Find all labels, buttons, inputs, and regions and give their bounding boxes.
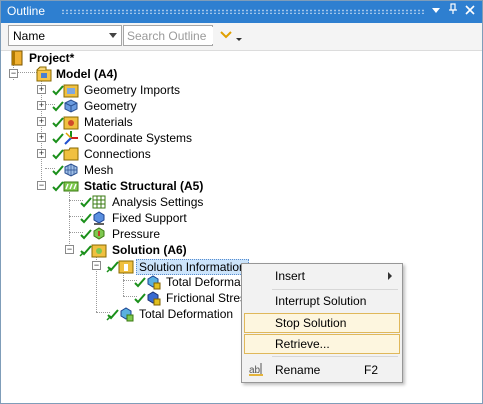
tree-label: Geometry (84, 99, 137, 113)
tree-label: Frictional Stress (166, 291, 241, 305)
mesh-icon (63, 162, 79, 178)
context-menu: Insert Interrupt Solution Stop Solution … (241, 263, 403, 383)
tree-label: Connections (84, 147, 151, 161)
tree-label: Mesh (84, 163, 114, 177)
analysis-settings-icon (91, 194, 107, 210)
tree-label: Project* (29, 51, 75, 65)
deformation-result-icon (118, 306, 134, 322)
stress-result-icon (145, 290, 161, 306)
tree-label: Static Structural (A5) (84, 179, 204, 193)
menu-item-rename[interactable]: ab Rename F2 (244, 360, 400, 380)
collapse-icon[interactable]: − (92, 261, 101, 270)
panel-dropdown-icon[interactable] (428, 3, 444, 21)
panel-title-bar[interactable]: Outline (1, 1, 482, 23)
tree-item-total-deformation-child[interactable]: Total Deformati (118, 274, 241, 290)
tree-item-geometry[interactable]: + Geometry (36, 98, 196, 114)
tree-item-total-deformation[interactable]: Total Deformation (91, 306, 251, 322)
geometry-imports-icon (63, 82, 79, 98)
rename-icon: ab (248, 361, 264, 377)
expand-icon[interactable]: + (37, 85, 46, 94)
menu-item-interrupt-solution[interactable]: Interrupt Solution (244, 291, 400, 311)
menu-item-label: Rename (275, 363, 321, 377)
name-filter-select[interactable]: Name (8, 25, 122, 46)
tree-item-analysis-settings[interactable]: Analysis Settings (64, 194, 224, 210)
submenu-arrow-icon (388, 272, 392, 280)
tree-item-materials[interactable]: + Materials (36, 114, 196, 130)
menu-item-label: Interrupt Solution (275, 294, 367, 308)
tree-label: Materials (84, 115, 133, 129)
fixed-support-icon (91, 210, 107, 226)
tree-label: Analysis Settings (112, 195, 204, 209)
collapse-icon[interactable]: − (65, 245, 74, 254)
expand-icon[interactable]: + (37, 101, 46, 110)
tree-label: Solution Information (136, 259, 249, 275)
tree-label: Fixed Support (112, 211, 187, 225)
expand-icon[interactable]: + (37, 117, 46, 126)
tree-label: Total Deformati (166, 275, 241, 289)
menu-item-shortcut: F2 (363, 363, 378, 377)
tree-label: Solution (A6) (112, 243, 187, 257)
tree-item-coordinate-systems[interactable]: + Coordinate Systems (36, 130, 216, 146)
geometry-cube-icon (63, 98, 79, 114)
menu-item-insert[interactable]: Insert (244, 266, 400, 286)
outline-panel: Outline Name Search Outline Project* − M… (0, 0, 483, 404)
menu-item-label: Stop Solution (275, 316, 347, 330)
tree-item-mesh[interactable]: Mesh (36, 162, 196, 178)
model-icon (36, 66, 52, 82)
project-book-icon (9, 50, 25, 66)
collapse-icon[interactable]: − (9, 69, 18, 78)
connections-folder-icon (63, 146, 79, 162)
tree-item-connections[interactable]: + Connections (36, 146, 196, 162)
coordinate-axes-icon (63, 130, 79, 146)
tree-item-static-structural[interactable]: − Static Structural (A5) (36, 178, 236, 194)
tree-label: Coordinate Systems (84, 131, 193, 145)
tree-label: Total Deformation (139, 307, 234, 321)
solution-information-icon (118, 258, 134, 274)
search-options-button[interactable] (217, 26, 247, 46)
menu-separator (272, 289, 398, 290)
close-icon[interactable] (462, 3, 478, 21)
chevron-down-icon[interactable] (105, 26, 121, 45)
materials-icon (63, 114, 79, 130)
tree-label: Model (A4) (56, 67, 118, 81)
outline-toolbar: Name (1, 23, 482, 51)
tree-item-solution-information[interactable]: − Solution Information (91, 258, 249, 275)
expand-icon[interactable]: + (37, 133, 46, 142)
tree-item-solution[interactable]: − Solution (A6) (64, 242, 224, 258)
collapse-icon[interactable]: − (37, 181, 46, 190)
menu-separator (272, 356, 398, 357)
menu-item-label: Retrieve... (275, 337, 330, 351)
menu-item-retrieve[interactable]: Retrieve... (244, 334, 400, 354)
tree-item-model[interactable]: − Model (A4) (8, 66, 168, 82)
menu-item-label: Insert (275, 269, 306, 283)
tree-item-fixed-support[interactable]: Fixed Support (64, 210, 224, 226)
panel-title: Outline (7, 4, 46, 18)
pin-icon[interactable] (445, 3, 461, 21)
solution-icon (91, 242, 107, 258)
search-outline-box[interactable] (123, 25, 213, 46)
tree-item-project[interactable]: Project* (9, 50, 149, 66)
search-input[interactable] (127, 27, 213, 44)
deformation-result-icon (145, 274, 161, 290)
name-filter-value: Name (13, 29, 46, 43)
search-dropdown-icon (220, 31, 242, 41)
title-grip (61, 9, 424, 14)
tree-item-geometry-imports[interactable]: + Geometry Imports (36, 82, 196, 98)
tree-item-pressure[interactable]: Pressure (64, 226, 224, 242)
tree-label: Pressure (112, 227, 161, 241)
tree-label: Geometry Imports (84, 83, 181, 97)
expand-icon[interactable]: + (37, 149, 46, 158)
menu-item-stop-solution[interactable]: Stop Solution (244, 313, 400, 333)
static-structural-icon (63, 178, 79, 194)
tree-item-frictional-stress[interactable]: Frictional Stress (118, 290, 241, 306)
pressure-icon (91, 226, 107, 242)
